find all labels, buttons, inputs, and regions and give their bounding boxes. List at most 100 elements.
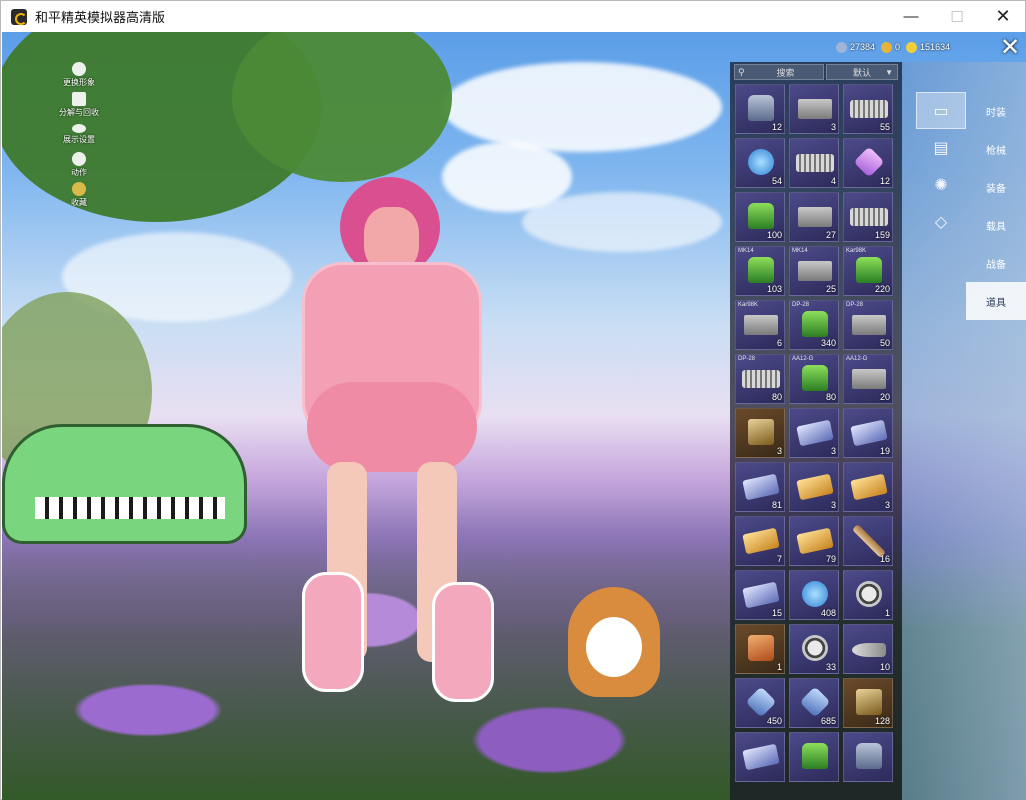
- inventory-item[interactable]: 3: [789, 408, 839, 458]
- inventory-item[interactable]: 81: [735, 462, 785, 512]
- subcategory-button[interactable]: ✺: [916, 166, 966, 203]
- minimize-button[interactable]: —: [888, 1, 934, 32]
- inventory-item[interactable]: 19: [843, 408, 893, 458]
- close-panel-button[interactable]: ✕: [996, 34, 1024, 61]
- card-icon: [850, 419, 888, 447]
- diamond-icon: [799, 686, 831, 718]
- menu-collection[interactable]: 收藏: [54, 182, 104, 212]
- close-button[interactable]: ✕: [980, 1, 1026, 32]
- card-gold-icon: [796, 473, 834, 501]
- character-boot-right: [432, 582, 494, 702]
- tab-category[interactable]: 道具: [966, 282, 1026, 320]
- item-count: 20: [879, 392, 890, 402]
- inventory-item[interactable]: [843, 732, 893, 782]
- tab-category[interactable]: 载具: [966, 206, 1026, 244]
- tab-category[interactable]: 战备: [966, 244, 1026, 282]
- item-count: 340: [820, 338, 836, 348]
- inventory-item[interactable]: 408: [789, 570, 839, 620]
- inventory-item[interactable]: DP-28 80: [735, 354, 785, 404]
- shiba-pet[interactable]: [568, 587, 660, 697]
- inventory-item[interactable]: 16: [843, 516, 893, 566]
- box-icon: [798, 261, 832, 281]
- search-placeholder: 搜索: [776, 67, 795, 78]
- inventory-item[interactable]: DP-28 340: [789, 300, 839, 350]
- inventory-item[interactable]: MK14 25: [789, 246, 839, 296]
- inventory-item[interactable]: [735, 732, 785, 782]
- inventory-item[interactable]: 12: [735, 84, 785, 134]
- box-icon: [852, 315, 886, 335]
- menu-change-appearance[interactable]: 更换形象: [54, 62, 104, 92]
- inventory-item[interactable]: 10: [843, 624, 893, 674]
- inventory-item[interactable]: 79: [789, 516, 839, 566]
- inventory-item[interactable]: 55: [843, 84, 893, 134]
- item-count: 12: [879, 176, 890, 186]
- inventory-item[interactable]: 12: [843, 138, 893, 188]
- spring-icon: [742, 370, 780, 388]
- cloud: [522, 192, 722, 252]
- cloud: [442, 62, 722, 152]
- inventory-item[interactable]: 159: [843, 192, 893, 242]
- inventory-item[interactable]: 3: [735, 408, 785, 458]
- tab-category[interactable]: 装备: [966, 168, 1026, 206]
- game-viewport[interactable]: 更换形象 分解与回收 展示设置 动作 收藏 27384 0 151634 ✕ ⚲…: [2, 32, 1026, 800]
- green-icon: [748, 257, 774, 283]
- subcategory-button[interactable]: ◇: [916, 203, 966, 240]
- character-outfit-shorts: [307, 382, 477, 472]
- spring-icon: [850, 100, 888, 118]
- inventory-item[interactable]: 450: [735, 678, 785, 728]
- sort-dropdown[interactable]: 默认 ▼: [826, 64, 898, 80]
- inventory-item[interactable]: Kar98K 6: [735, 300, 785, 350]
- inventory-item[interactable]: 27: [789, 192, 839, 242]
- inventory-item[interactable]: 1: [735, 624, 785, 674]
- inventory-item[interactable]: 3: [843, 462, 893, 512]
- ticket-icon: ◇: [934, 213, 948, 231]
- inventory-item[interactable]: 54: [735, 138, 785, 188]
- maximize-button[interactable]: ☐: [934, 1, 980, 32]
- menu-decompose[interactable]: 分解与回收: [54, 92, 104, 122]
- tab-category[interactable]: 时装: [966, 92, 1026, 130]
- inventory-item[interactable]: AA12-G 80: [789, 354, 839, 404]
- inventory-item[interactable]: 3: [789, 462, 839, 512]
- inventory-item[interactable]: Kar98K 220: [843, 246, 893, 296]
- card-gold-icon: [850, 473, 888, 501]
- inventory-item[interactable]: 100: [735, 192, 785, 242]
- card-icon: [742, 743, 780, 771]
- item-name: MK14: [738, 248, 754, 254]
- orb-icon: [748, 149, 774, 175]
- menu-label: 分解与回收: [59, 108, 99, 117]
- item-count: 81: [771, 500, 782, 510]
- inventory-item[interactable]: MK14 103: [735, 246, 785, 296]
- menu-action[interactable]: 动作: [54, 152, 104, 182]
- item-count: 79: [825, 554, 836, 564]
- green-icon: [802, 365, 828, 391]
- inventory-item[interactable]: AA12-G 20: [843, 354, 893, 404]
- inventory-item[interactable]: 3: [789, 84, 839, 134]
- tab-category[interactable]: 枪械: [966, 130, 1026, 168]
- subcategory-button[interactable]: ▭: [916, 92, 966, 129]
- app-logo-icon: [11, 8, 27, 25]
- inventory-item[interactable]: [789, 732, 839, 782]
- subcategory-button[interactable]: ▤: [916, 129, 966, 166]
- item-count: 6: [776, 338, 782, 348]
- menu-label: 更换形象: [63, 78, 95, 87]
- inventory-item[interactable]: DP-28 50: [843, 300, 893, 350]
- inventory-item[interactable]: 685: [789, 678, 839, 728]
- inventory-item[interactable]: 33: [789, 624, 839, 674]
- orb-icon: [802, 581, 828, 607]
- menu-display-settings[interactable]: 展示设置: [54, 122, 104, 152]
- window-title: 和平精英模拟器高清版: [35, 10, 166, 25]
- inventory-item[interactable]: 4: [789, 138, 839, 188]
- inventory-item[interactable]: 15: [735, 570, 785, 620]
- inventory-item[interactable]: 128: [843, 678, 893, 728]
- currency-value: 0: [895, 42, 901, 52]
- subcategory-icons: ▭ ▤ ✺ ◇: [916, 92, 966, 240]
- character-boot-left: [302, 572, 364, 692]
- item-count: 159: [874, 230, 890, 240]
- item-count: 27: [825, 230, 836, 240]
- search-input[interactable]: ⚲ 搜索: [734, 64, 824, 80]
- inventory-item[interactable]: 1: [843, 570, 893, 620]
- stick-icon: [852, 524, 886, 558]
- inventory-item[interactable]: 7: [735, 516, 785, 566]
- player-character[interactable]: [282, 152, 502, 712]
- inventory-toolbar: ⚲ 搜索 默认 ▼: [734, 64, 898, 82]
